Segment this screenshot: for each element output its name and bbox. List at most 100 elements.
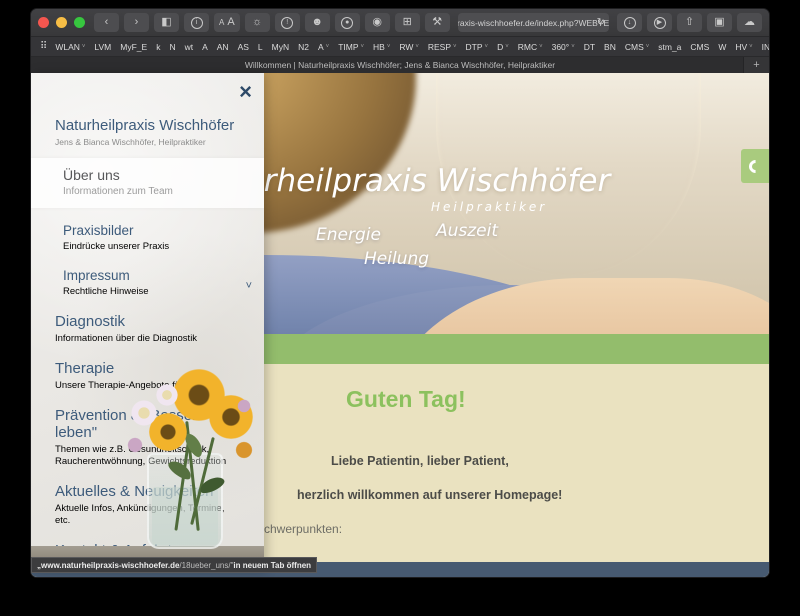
bookmark-items: WLAN˅ LVM MyF_E kNwt A AN AS L MyN N2 A˅ TIMP˅ HB˅ RW… [55, 42, 769, 52]
text-size-buttons[interactable]: AA [214, 13, 240, 32]
bookmarks-bar: ⠿ WLAN˅ LVM MyF_E kNwt A AN AS L MyN N2 A˅ TIMP˅ HB˅… [31, 37, 769, 57]
bookmark-item[interactable]: L [258, 42, 263, 52]
status-path: /18ueber_uns/ [179, 561, 230, 570]
bookmark-item[interactable]: W [718, 42, 726, 52]
sidebar-item-description: Eindrücke unserer Praxis [63, 241, 238, 253]
close-icon[interactable]: × [239, 81, 252, 103]
sidebar-item-label: Diagnostik [55, 313, 238, 330]
sidebar-item-praxisbilder[interactable]: Praxisbilder Eindrücke unserer Praxis [31, 223, 264, 253]
tab-bar: Willkommen | Naturheilpraxis Wischhöfer;… [31, 57, 769, 73]
tabs-overview-button[interactable]: ▣ [707, 13, 732, 32]
sidebar-item-therapie[interactable]: TherapieUnsere Therapie-Angebote für Sie [31, 360, 264, 392]
sidebar-item-über-uns[interactable]: Über unsInformationen zum Team [31, 158, 264, 208]
sidebar-toggle-button[interactable]: ◧ [154, 13, 179, 32]
bookmark-item[interactable]: DT [584, 42, 595, 52]
status-bar-link-preview: „www.naturheilpraxis-wischhoefer.de/18ue… [31, 557, 317, 573]
drawer-header[interactable]: Naturheilpraxis Wischhöfer Jens & Bianca… [55, 117, 264, 147]
chevron-down-icon: ˅ [415, 44, 419, 50]
phone-contact-tab[interactable] [741, 149, 769, 183]
downloads-button[interactable]: ↓ [617, 13, 642, 32]
bookmark-item[interactable]: INF˅ [762, 42, 769, 52]
history-button[interactable]: ▶ [647, 13, 672, 32]
hero-word-heilung: Heilung [364, 249, 429, 269]
bookmark-item[interactable]: AS [238, 42, 249, 52]
drawer-title: Naturheilpraxis Wischhöfer [55, 117, 264, 134]
chevron-down-icon: ˅ [485, 44, 489, 50]
bookmark-item[interactable]: k [156, 42, 160, 52]
bookmark-item[interactable]: wt [185, 42, 194, 52]
share-button[interactable]: ⇧ [677, 13, 702, 32]
brightness-icon: ☼ [252, 17, 262, 28]
icloud-tabs-button[interactable]: ☁ [737, 13, 762, 32]
bookmark-item[interactable]: LVM [94, 42, 111, 52]
back-button[interactable]: ‹ [94, 13, 119, 32]
bookmark-item[interactable]: AN [217, 42, 229, 52]
bookmark-item[interactable]: HV˅ [735, 42, 752, 52]
chevron-down-icon: ˅ [539, 44, 543, 50]
downloads-icon: ↓ [624, 17, 636, 29]
active-tab[interactable]: Willkommen | Naturheilpraxis Wischhöfer;… [245, 60, 555, 70]
bookmark-item[interactable]: MyN [272, 42, 289, 52]
close-window-button[interactable] [38, 17, 49, 28]
bookmark-item[interactable]: DTP˅ [466, 42, 489, 52]
bookmark-item[interactable]: BN [604, 42, 616, 52]
zoom-window-button[interactable] [74, 17, 85, 28]
icloud-tabs-icon: ☁ [744, 17, 755, 28]
address-bar[interactable]: www.naturheilpraxis-wischhoefer.de/index… [458, 13, 609, 32]
bookmark-item[interactable]: 360°˅ [552, 42, 575, 52]
forward-button[interactable]: › [124, 13, 149, 32]
sidebar-item-impressum[interactable]: ImpressumRechtliche Hinweise˅ [31, 268, 264, 298]
minimize-window-button[interactable] [56, 17, 67, 28]
bookmark-item[interactable]: CMS˅ [625, 42, 649, 52]
bookmark-item[interactable]: stm_a [658, 42, 681, 52]
tools-button[interactable]: ⚒ [425, 13, 450, 32]
adblock-button[interactable]: ● [335, 13, 360, 32]
jar-water [152, 487, 218, 545]
bookmark-item[interactable]: HB˅ [373, 42, 390, 52]
sidebar-item-label: Praxisbilder [63, 223, 238, 238]
sidebar-toggle-icon: ◧ [161, 17, 171, 28]
sidebar-item-description: Informationen über die Diagnostik [55, 333, 238, 345]
bookmark-item[interactable]: CMS [690, 42, 709, 52]
hero-word-auszeit: Auszeit [436, 221, 498, 241]
bookmark-item[interactable]: A [202, 42, 208, 52]
chevron-down-icon[interactable]: ˅ [246, 280, 252, 292]
browser-toolbar: ‹ › ◧ i AA ☼! ☻ ● ◉ ⊞ ⚒ www.naturheilpraxis-wisc… [31, 9, 769, 37]
adblock-icon: ● [341, 17, 353, 29]
info-button[interactable]: i [184, 13, 209, 32]
info-icon: i [191, 17, 203, 29]
bookmark-item[interactable]: RESP˅ [428, 42, 457, 52]
alert-button[interactable]: ! [275, 13, 300, 32]
bookmarks-grid-icon[interactable]: ⠿ [40, 41, 46, 52]
partial-text-line: chwerpunkten: [264, 522, 342, 536]
bookmark-item[interactable]: D˅ [497, 42, 509, 52]
bookmark-item[interactable]: WLAN˅ [55, 42, 85, 52]
bookmark-item[interactable]: MyF_E [120, 42, 147, 52]
chevron-down-icon: ˅ [505, 44, 509, 50]
sidebar-item-diagnostik[interactable]: Diagnostik Informationen über die Diagnos… [31, 313, 264, 345]
expand-button[interactable]: ⊞ [395, 13, 420, 32]
chevron-down-icon: ˅ [571, 44, 575, 50]
toolbar-right-buttons: ↓ ▶ ⇧ ▣ ☁ [617, 13, 762, 32]
chevron-down-icon: ˅ [453, 44, 457, 50]
chevron-down-icon: ˅ [361, 44, 365, 50]
forward-icon: › [135, 17, 139, 28]
extension-buttons: ◧ i AA ☼! ☻ ● ◉ ⊞ ⚒ [154, 13, 450, 32]
new-tab-button[interactable]: + [743, 57, 769, 73]
brightness-button[interactable]: ☼ [245, 13, 270, 32]
eye-button[interactable]: ◉ [365, 13, 390, 32]
navigation-drawer: × Naturheilpraxis Wischhöfer Jens & Bian… [31, 73, 264, 571]
bookmark-item[interactable]: RW˅ [399, 42, 419, 52]
chevron-down-icon: ˅ [326, 44, 330, 50]
bookmark-item[interactable]: A˅ [318, 42, 329, 52]
status-action: in neuem Tab öffnen [233, 561, 311, 570]
bookmark-item[interactable]: N2 [298, 42, 309, 52]
reload-icon[interactable]: ↻ [597, 17, 605, 28]
privacy-mask-button[interactable]: ☻ [305, 13, 330, 32]
sidebar-item-label: Impressum [63, 268, 238, 283]
bookmark-item[interactable]: TIMP˅ [338, 42, 364, 52]
sidebar-item-label: Über uns [63, 167, 238, 183]
bookmark-item[interactable]: N [169, 42, 175, 52]
bookmark-item[interactable]: RMC˅ [518, 42, 543, 52]
welcome-line-2: herzlich willkommen auf unserer Homepage… [297, 488, 562, 502]
